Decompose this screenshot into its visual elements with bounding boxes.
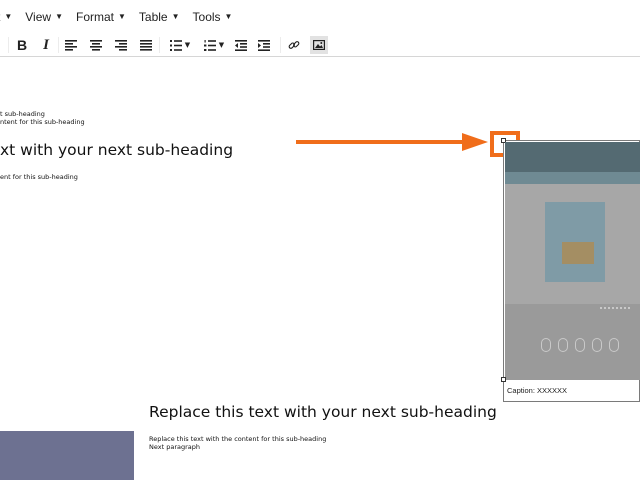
align-right-button[interactable] (114, 36, 128, 54)
arrow-right-icon (462, 133, 488, 151)
align-left-button[interactable] (64, 36, 78, 54)
toolbar-divider (159, 37, 160, 53)
image-figure[interactable]: Caption: XXXXXX (501, 138, 640, 402)
screenshot-device-mockup (562, 242, 594, 264)
screenshot-dots (600, 307, 630, 309)
menu-tools[interactable]: Tools ▼ (193, 10, 233, 24)
menu-tools-label: Tools (192, 9, 221, 24)
body-text: ntent for this sub-heading (0, 118, 85, 126)
document-area[interactable]: t sub-heading ntent for this sub-heading… (0, 57, 640, 480)
image-caption[interactable]: Caption: XXXXXX (507, 386, 567, 395)
screenshot-header (505, 142, 640, 172)
align-center-button[interactable] (89, 36, 103, 54)
align-left-icon (65, 39, 77, 51)
sub-heading: xt with your next sub-heading (0, 141, 234, 159)
chevron-down-icon: ▼ (224, 12, 233, 21)
body-text: t sub-heading (0, 110, 45, 118)
italic-icon: I (43, 36, 49, 53)
numbered-list-button[interactable]: ▼ (200, 36, 228, 54)
annotation-arrow-line (296, 140, 466, 144)
chevron-down-icon: ▼ (171, 12, 180, 21)
toolbar-divider (280, 37, 281, 53)
screenshot-nav (505, 172, 640, 187)
image-icon (313, 40, 325, 50)
bold-icon: B (16, 37, 28, 53)
body-text: ent for this sub-heading (0, 173, 78, 181)
menu-format-label: Format (75, 9, 114, 24)
chevron-down-icon: ▼ (4, 12, 13, 21)
indent-button[interactable] (257, 36, 271, 54)
toolbar-divider (8, 37, 9, 53)
sub-heading: Replace this text with your next sub-hea… (149, 403, 497, 421)
link-icon (288, 41, 300, 49)
chevron-down-icon: ▼ (218, 41, 225, 49)
bullet-list-button[interactable]: ▼ (166, 36, 194, 54)
menu-view[interactable]: View ▼ (25, 10, 63, 24)
align-center-icon (90, 39, 102, 51)
screenshot-feature-icons (541, 337, 640, 357)
menu-insert[interactable]: t ▼ (0, 10, 12, 24)
toolbar-divider (58, 37, 59, 53)
bold-button[interactable]: B (14, 36, 30, 54)
menu-format[interactable]: Format ▼ (76, 10, 126, 24)
outdent-button[interactable] (234, 36, 248, 54)
menu-table-label: Table (138, 9, 168, 24)
chevron-down-icon: ▼ (118, 12, 126, 21)
align-justify-icon (140, 39, 152, 51)
numbered-list-icon (203, 39, 216, 51)
body-text: Next paragraph (149, 443, 201, 451)
indent-icon (258, 39, 270, 51)
image-button[interactable] (310, 36, 328, 54)
align-justify-button[interactable] (139, 36, 153, 54)
body-text: Replace this text with the content for t… (149, 435, 327, 443)
resize-handle-bottom-left[interactable] (501, 377, 506, 382)
align-right-icon (115, 39, 127, 51)
menu-view-label: View (25, 9, 52, 24)
embedded-website-screenshot[interactable] (505, 142, 640, 380)
chevron-down-icon: ▼ (55, 12, 63, 21)
menu-bar: t ▼ View ▼ Format ▼ Table ▼ Tools ▼ (0, 0, 640, 33)
link-button[interactable] (286, 36, 302, 54)
content-image[interactable] (0, 431, 134, 480)
menu-table[interactable]: Table ▼ (139, 10, 180, 24)
editor-toolbar: B I ▼ ▼ (0, 33, 640, 57)
outdent-icon (235, 39, 247, 51)
italic-button[interactable]: I (38, 36, 54, 54)
bullet-list-icon (169, 39, 182, 51)
chevron-down-icon: ▼ (184, 41, 191, 49)
